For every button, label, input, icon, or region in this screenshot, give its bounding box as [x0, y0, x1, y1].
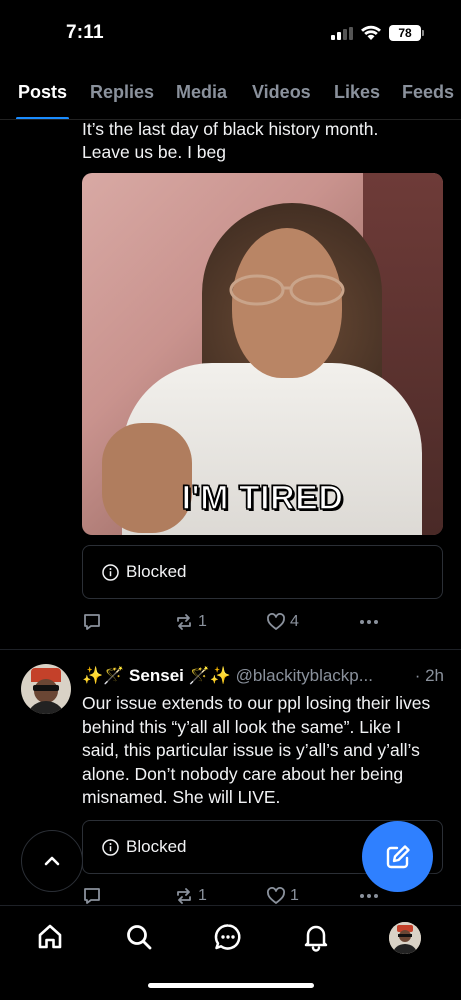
avatar-body [26, 701, 66, 714]
tab-posts[interactable]: Posts [18, 82, 67, 103]
avatar[interactable] [21, 664, 71, 714]
repost-button[interactable]: 1 [174, 610, 207, 634]
post-text-line: Leave us be. I beg [82, 142, 226, 162]
scroll-to-top-button[interactable] [21, 830, 83, 892]
wifi-icon [361, 25, 381, 40]
reply-button[interactable] [82, 610, 102, 634]
chevron-up-icon [44, 856, 60, 866]
gif-caption: I'M TIRED [181, 478, 344, 518]
tab-likes[interactable]: Likes [334, 82, 380, 103]
display-name[interactable]: ✨🪄 Sensei 🪄✨ [82, 666, 231, 685]
chat-icon [214, 924, 241, 950]
bell-icon [304, 925, 328, 952]
nav-notifications[interactable] [299, 920, 333, 954]
post-actions: 1 4 [82, 610, 443, 634]
heart-icon [267, 887, 285, 904]
compose-button[interactable] [362, 821, 433, 892]
like-count: 4 [290, 613, 299, 630]
signal-icon [331, 27, 353, 40]
battery-indicator: 78 [389, 25, 421, 41]
reply-icon [84, 614, 100, 630]
repost-count: 1 [198, 887, 207, 904]
status-time: 7:11 [66, 22, 104, 43]
post-divider [0, 649, 461, 650]
nav-profile-avatar[interactable] [389, 922, 421, 954]
heart-icon [267, 613, 285, 630]
tab-feeds[interactable]: Feeds [402, 82, 454, 103]
compose-icon [386, 844, 410, 868]
repost-count: 1 [198, 613, 207, 630]
tab-replies[interactable]: Replies [90, 82, 154, 103]
post-header: ✨🪄 Sensei 🪄✨ @blackityblackp... · 2h [82, 666, 444, 690]
more-icon [360, 620, 378, 624]
post-text-line: It’s the last day of black history month… [82, 119, 379, 139]
blocked-quote[interactable]: Blocked [82, 545, 443, 599]
nav-home[interactable] [33, 920, 67, 954]
more-icon [360, 894, 378, 898]
post-gif[interactable]: I'M TIRED [82, 173, 443, 535]
handle[interactable]: @blackityblackp... [236, 666, 373, 685]
profile-tabs: Posts Replies Media Videos Likes Feeds [0, 76, 461, 120]
info-icon [102, 564, 119, 581]
post-time: · 2h [414, 666, 444, 685]
repost-icon [177, 888, 191, 904]
post-body: Our issue extends to our ppl losing thei… [82, 693, 431, 807]
gif-glasses [229, 274, 345, 306]
search-icon [127, 925, 152, 950]
tab-videos[interactable]: Videos [252, 82, 311, 103]
home-indicator [148, 983, 314, 988]
nav-search[interactable] [122, 920, 156, 954]
info-icon [102, 839, 119, 856]
avatar-shades [33, 685, 59, 691]
status-bar: 7:11 78 [0, 0, 461, 64]
profile-avatar [389, 922, 421, 954]
like-button[interactable]: 4 [266, 610, 299, 634]
like-count: 1 [290, 887, 299, 904]
active-tab-indicator [16, 117, 69, 119]
blocked-label: Blocked [126, 562, 187, 581]
more-button[interactable] [358, 610, 380, 634]
blocked-label: Blocked [126, 837, 187, 856]
battery-tip [422, 30, 424, 36]
tab-media[interactable]: Media [176, 82, 227, 103]
home-icon [38, 924, 62, 949]
reply-icon [84, 888, 100, 904]
avatar-head [34, 679, 58, 703]
repost-icon [177, 614, 191, 630]
nav-chat[interactable] [211, 920, 245, 954]
